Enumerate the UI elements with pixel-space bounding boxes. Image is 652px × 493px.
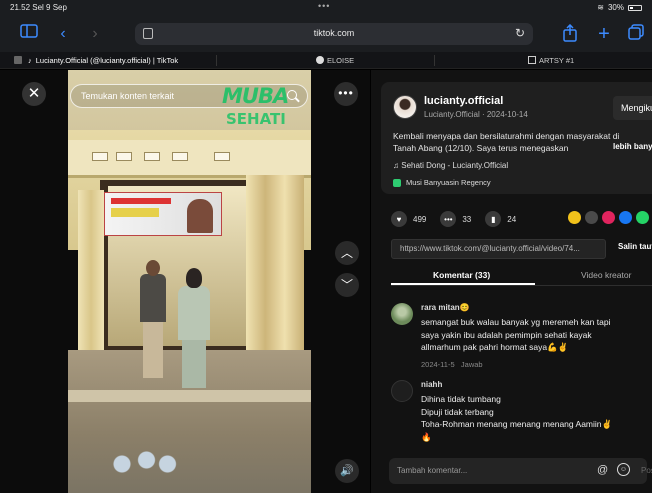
heart-icon[interactable]: ♥ xyxy=(391,211,407,227)
artsy-favicon-icon xyxy=(528,56,536,64)
following-button[interactable]: Mengikuti xyxy=(613,96,652,120)
copy-link-button[interactable]: Salin tautan xyxy=(618,242,652,251)
mention-icon[interactable]: @ xyxy=(597,464,608,476)
post-subtitle: Lucianty.Official · 2024-10-14 xyxy=(424,110,528,119)
comment-text: semangat buk walau banyak yg meremeh kan… xyxy=(421,317,611,352)
embed-icon[interactable] xyxy=(585,211,598,224)
comment-item: niahh Dihina tidak tumbang Dipuji tidak … xyxy=(391,380,652,450)
tab-eloise[interactable]: ELOISE xyxy=(316,52,354,69)
reload-icon[interactable]: ↻ xyxy=(515,26,525,40)
person-speaker xyxy=(174,268,214,388)
tab-overview-icon[interactable] xyxy=(628,24,644,44)
repost-icon[interactable] xyxy=(568,211,581,224)
close-icon[interactable]: ✕ xyxy=(22,82,46,106)
post-button[interactable]: Posting xyxy=(641,466,652,475)
comment-tabs: Komentar (33) Video kreator xyxy=(391,266,652,286)
next-video-icon[interactable]: ﹀ xyxy=(335,273,359,297)
music-note-icon: ♫ xyxy=(393,161,399,170)
tab-creator-videos[interactable]: Video kreator xyxy=(581,270,631,280)
new-tab-icon[interactable]: + xyxy=(596,24,612,44)
facebook-icon[interactable] xyxy=(619,211,632,224)
url-text: tiktok.com xyxy=(313,28,355,38)
comment-author[interactable]: rara mitan😊 xyxy=(421,303,470,312)
more-options-icon[interactable]: ••• xyxy=(334,82,358,106)
share-buttons xyxy=(568,211,649,224)
person-man xyxy=(138,260,168,378)
tab-comments[interactable]: Komentar (33) xyxy=(433,270,490,280)
close-tab-icon[interactable] xyxy=(14,56,22,64)
window-dots[interactable]: ••• xyxy=(318,1,330,11)
browser-toolbar: ‹ › tiktok.com ↻ + xyxy=(0,16,652,52)
comment-input[interactable]: Tambah komentar... @ ☺ Posting xyxy=(389,458,652,484)
address-bar[interactable]: tiktok.com ↻ xyxy=(135,23,533,45)
bookmark-icon[interactable]: ▮ xyxy=(485,211,502,227)
tiktok-icon: ♪ xyxy=(28,56,32,65)
volume-icon[interactable]: 🔊 xyxy=(335,459,359,483)
status-right: ≋ 30% xyxy=(597,3,642,12)
comment-text: Dihina tidak tumbang Dipuji tidak terban… xyxy=(421,394,613,442)
previous-video-icon[interactable]: ︿ xyxy=(335,241,359,265)
send-icon[interactable] xyxy=(602,211,615,224)
comment-meta: 2024-11-5 Jawab xyxy=(421,360,483,369)
action-row: ♥ 499 ••• 33 ▮ 24 xyxy=(391,210,530,228)
avatar[interactable] xyxy=(393,95,417,119)
comment-item: rara mitan😊 semangat buk walau banyak yg… xyxy=(391,303,652,378)
avatar[interactable] xyxy=(391,380,413,402)
status-time: 21.52 Sel 9 Sep xyxy=(10,3,67,12)
video-link-field[interactable]: https://www.tiktok.com/@lucianty.officia… xyxy=(391,239,606,259)
share-icon[interactable] xyxy=(562,23,578,44)
battery-percent: 30% xyxy=(607,3,624,12)
comment-icon[interactable]: ••• xyxy=(440,211,457,227)
forward-icon[interactable]: › xyxy=(88,24,102,44)
muba-sehati-logo: MUBA SEHATI xyxy=(222,84,289,128)
campaign-banner xyxy=(104,192,222,236)
wifi-icon: ≋ xyxy=(597,3,604,12)
status-bar: 21.52 Sel 9 Sep ••• ≋ 30% xyxy=(0,0,652,16)
whatsapp-icon[interactable] xyxy=(636,211,649,224)
sidebar-icon[interactable] xyxy=(20,24,38,44)
comment-author[interactable]: niahh xyxy=(421,380,442,389)
reply-button[interactable]: Jawab xyxy=(461,360,483,369)
location-tag[interactable]: Musi Banyuasin Regency xyxy=(393,178,491,187)
location-icon xyxy=(393,178,401,187)
tab-strip: ♪ Lucianty.Official (@lucianty.official) … xyxy=(0,52,652,69)
username[interactable]: lucianty.official xyxy=(424,95,503,107)
more-link[interactable]: lebih banyak xyxy=(613,142,652,151)
video-area: Temukan konten terkait MUBA SEHATI ✕ •••… xyxy=(0,70,370,493)
music-info[interactable]: ♫ Sehati Dong - Lucianty.Official xyxy=(393,161,508,170)
back-icon[interactable]: ‹ xyxy=(56,24,70,44)
post-info-card: lucianty.official Lucianty.Official · 20… xyxy=(381,82,652,194)
tab-tiktok[interactable]: ♪ Lucianty.Official (@lucianty.official) … xyxy=(14,52,178,69)
battery-icon xyxy=(628,4,642,11)
tab-artsy[interactable]: ARTSY #1 xyxy=(528,52,574,69)
emoji-icon[interactable]: ☺ xyxy=(617,463,630,476)
comments-panel: lucianty.official Lucianty.Official · 20… xyxy=(371,70,652,493)
active-tab-indicator xyxy=(391,283,535,285)
eloise-favicon-icon xyxy=(316,56,324,64)
avatar[interactable] xyxy=(391,303,413,325)
